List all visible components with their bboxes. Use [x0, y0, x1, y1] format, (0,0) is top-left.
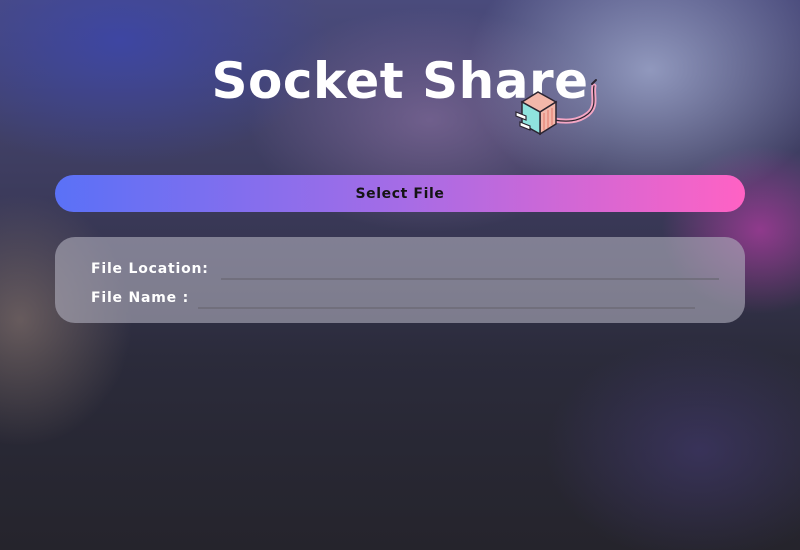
file-info-panel: File Location: File Name :	[55, 237, 745, 323]
file-location-field	[220, 260, 719, 280]
file-name-row: File Name :	[91, 287, 696, 309]
file-location-row: File Location:	[91, 258, 719, 280]
plug-icon	[515, 79, 597, 136]
app-title: Socket Share	[211, 52, 589, 110]
file-location-label: File Location:	[91, 261, 209, 277]
select-file-button[interactable]: Select File	[55, 175, 745, 212]
file-name-label: File Name :	[91, 290, 190, 306]
file-name-field	[198, 289, 696, 309]
